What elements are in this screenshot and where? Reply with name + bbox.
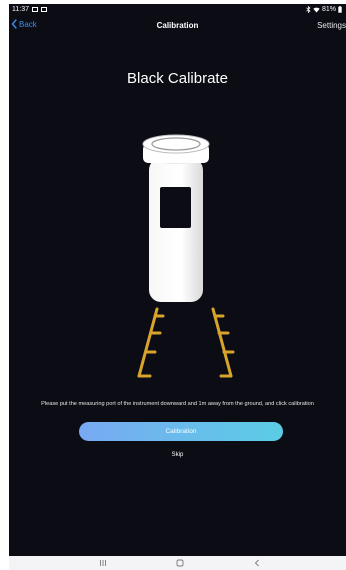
status-time: 11:37 (12, 6, 29, 13)
recent-apps-icon (100, 560, 106, 566)
battery-icon (338, 6, 342, 13)
android-back-button[interactable] (251, 558, 263, 568)
bluetooth-icon (306, 6, 311, 13)
home-icon (176, 559, 184, 567)
home-button[interactable] (174, 558, 186, 568)
recent-apps-button[interactable] (97, 558, 109, 568)
back-arrow-icon (254, 559, 259, 567)
measuring-port (151, 137, 201, 151)
status-right: 81% (306, 4, 342, 15)
app-screen: 11:37 81% Back Calibration Settings Blac… (9, 4, 346, 570)
tripod-legs (137, 307, 235, 378)
status-bar: 11:37 81% (9, 4, 346, 15)
settings-button[interactable]: Settings (317, 21, 346, 30)
nav-title: Calibration (156, 21, 199, 30)
android-navigation-bar (9, 556, 346, 570)
instrument-illustration (137, 134, 235, 378)
instrument-window (160, 187, 191, 228)
status-left: 11:37 (12, 4, 47, 15)
calibration-button[interactable]: Calibration (79, 422, 283, 441)
page-title: Black Calibrate (127, 70, 228, 87)
navigation-bar: Back Calibration Settings (9, 16, 346, 36)
wifi-icon (313, 7, 320, 12)
skip-button[interactable]: Skip (9, 452, 346, 458)
instrument-body (149, 158, 203, 302)
instruction-text: Please put the measuring port of the ins… (41, 401, 314, 407)
gallery-notification-icon (32, 7, 38, 12)
battery-level: 81% (321, 6, 336, 13)
app-notification-icon (41, 7, 47, 12)
